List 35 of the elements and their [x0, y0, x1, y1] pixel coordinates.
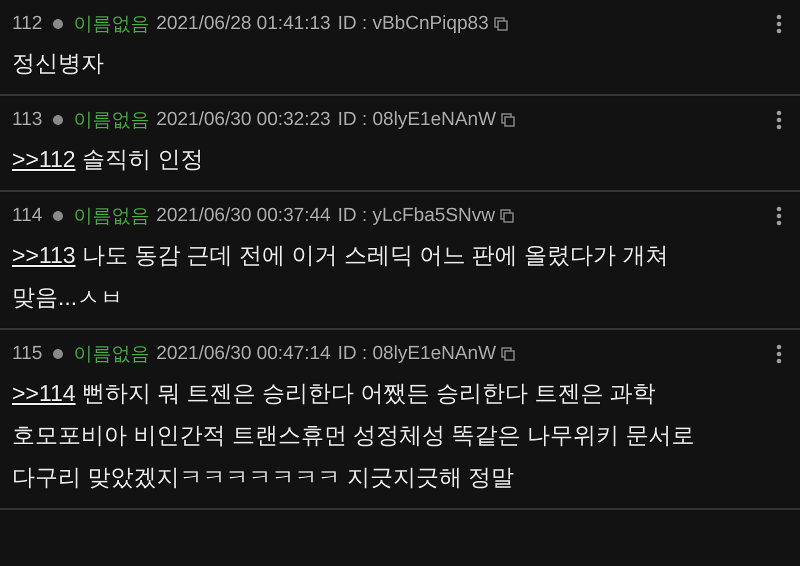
post-date: 2021/06/30 00:32:23	[156, 109, 331, 131]
user-id: ID : yLcFba5SNvw	[338, 205, 495, 227]
post-number: 112	[12, 13, 42, 35]
dot-icon	[53, 19, 64, 29]
author-name: 이름없음	[73, 109, 150, 133]
more-icon[interactable]	[776, 206, 782, 226]
post-number: 115	[12, 343, 42, 365]
author-name: 이름없음	[73, 343, 150, 367]
post-number: 114	[12, 205, 42, 227]
more-icon[interactable]	[776, 14, 782, 34]
user-id: ID : 08lyE1eNAnW	[338, 109, 496, 131]
author-name: 이름없음	[73, 205, 150, 229]
reply-link[interactable]: >>112	[12, 146, 76, 172]
post-number: 113	[12, 109, 42, 131]
post-text: >>112 솔직히 인정	[12, 145, 204, 174]
user-id: ID : vBbCnPiqp83	[338, 13, 489, 35]
copy-icon[interactable]	[501, 347, 516, 361]
post-text: >>113 나도 동감 근데 전에 이거 스레딕 어느 판에 올렸다가 개쳐 맞음...ㅅㅂ	[12, 241, 670, 312]
more-icon[interactable]	[776, 344, 782, 364]
reply-link[interactable]: >>113	[12, 242, 76, 268]
author-name: 이름없음	[73, 13, 150, 37]
copy-icon[interactable]	[494, 17, 508, 31]
dot-icon	[53, 349, 64, 359]
copy-icon[interactable]	[500, 209, 514, 223]
more-icon[interactable]	[776, 110, 782, 130]
post-date: 2021/06/28 01:41:13	[156, 13, 331, 35]
dot-icon	[53, 115, 64, 125]
post-text: >>114 뻔하지 뭐 트젠은 승리한다 어쨌든 승리한다 트젠은 과학 호모포비아 비인간적 트랜스휴먼 성정체성 똑같은 나무위키 문서로 다구리 맞았겠지ㅋㅋㅋㅋㅋㅋㅋ 지긋지긋해 정말	[12, 379, 696, 492]
post-date: 2021/06/30 00:37:44	[156, 205, 331, 227]
copy-icon[interactable]	[501, 113, 516, 127]
dot-icon	[53, 211, 64, 221]
post-date: 2021/06/30 00:47:14	[156, 343, 331, 365]
post-text: 정신병자	[12, 49, 105, 78]
user-id: ID : 08lyE1eNAnW	[338, 343, 496, 365]
reply-link[interactable]: >>114	[12, 380, 76, 406]
